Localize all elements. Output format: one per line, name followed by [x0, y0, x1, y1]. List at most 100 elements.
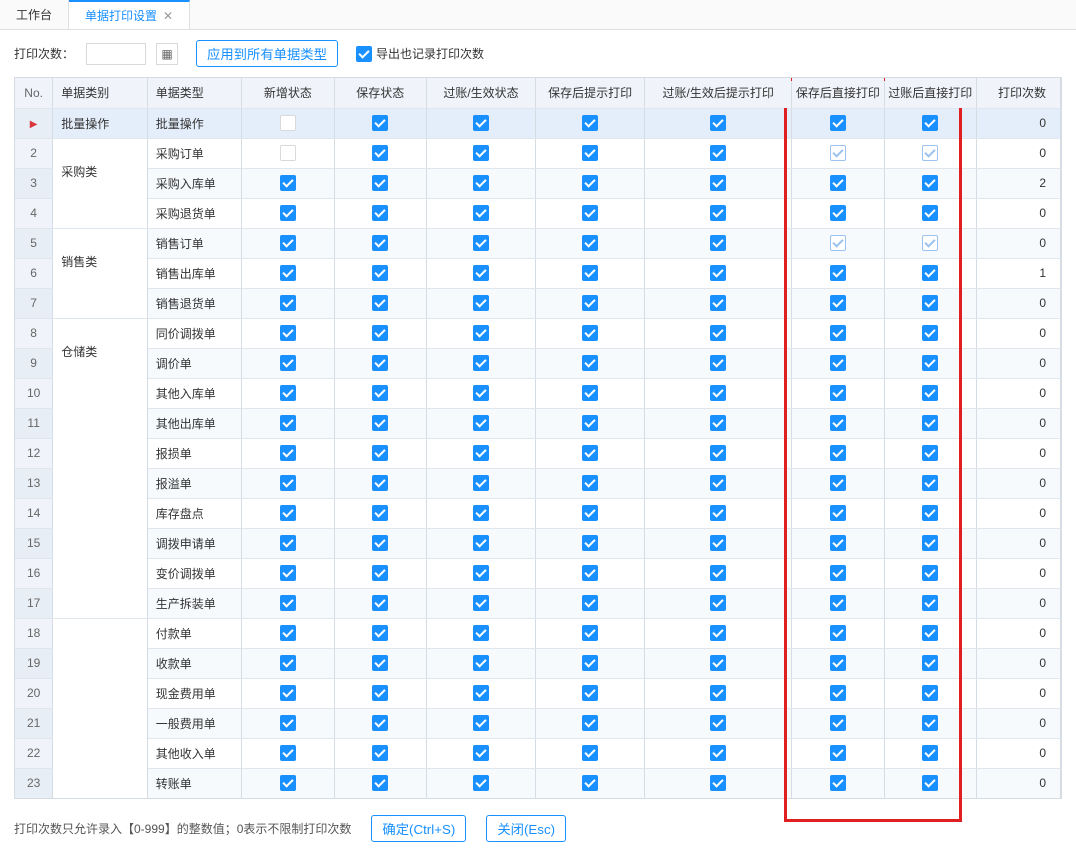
checkbox[interactable]	[830, 535, 846, 551]
checkbox[interactable]	[830, 445, 846, 461]
checkbox[interactable]	[922, 385, 938, 401]
checkbox[interactable]	[922, 685, 938, 701]
checkbox[interactable]	[372, 265, 388, 281]
checkbox[interactable]	[922, 235, 938, 251]
checkbox[interactable]	[582, 145, 598, 161]
checkbox[interactable]	[582, 115, 598, 131]
checkbox[interactable]	[830, 565, 846, 581]
checkbox[interactable]	[280, 355, 296, 371]
checkbox[interactable]	[372, 355, 388, 371]
checkbox[interactable]	[372, 385, 388, 401]
checkbox[interactable]	[582, 565, 598, 581]
checkbox[interactable]	[582, 625, 598, 641]
checkbox[interactable]	[830, 235, 846, 251]
checkbox[interactable]	[473, 745, 489, 761]
checkbox[interactable]	[473, 715, 489, 731]
checkbox[interactable]	[922, 625, 938, 641]
checkbox[interactable]	[710, 475, 726, 491]
checkbox[interactable]	[582, 505, 598, 521]
checkbox[interactable]	[473, 265, 489, 281]
checkbox[interactable]	[710, 505, 726, 521]
checkbox[interactable]	[372, 775, 388, 791]
checkbox[interactable]	[372, 655, 388, 671]
checkbox[interactable]	[473, 115, 489, 131]
checkbox[interactable]	[922, 475, 938, 491]
checkbox[interactable]	[710, 385, 726, 401]
checkbox[interactable]	[582, 775, 598, 791]
checkbox[interactable]	[473, 385, 489, 401]
checkbox[interactable]	[922, 565, 938, 581]
checkbox[interactable]	[710, 325, 726, 341]
checkbox[interactable]	[830, 505, 846, 521]
checkbox[interactable]	[280, 265, 296, 281]
checkbox[interactable]	[922, 325, 938, 341]
checkbox[interactable]	[922, 265, 938, 281]
checkbox[interactable]	[372, 145, 388, 161]
tab-workbench[interactable]: 工作台	[0, 0, 69, 29]
checkbox[interactable]	[372, 715, 388, 731]
checkbox[interactable]	[473, 205, 489, 221]
checkbox[interactable]	[710, 205, 726, 221]
checkbox[interactable]	[372, 535, 388, 551]
checkbox[interactable]	[280, 505, 296, 521]
checkbox[interactable]	[710, 445, 726, 461]
checkbox[interactable]	[372, 295, 388, 311]
checkbox[interactable]	[280, 115, 296, 131]
checkbox[interactable]	[830, 145, 846, 161]
checkbox[interactable]	[473, 595, 489, 611]
checkbox[interactable]	[280, 685, 296, 701]
checkbox[interactable]	[473, 415, 489, 431]
checkbox[interactable]	[830, 175, 846, 191]
checkbox[interactable]	[372, 205, 388, 221]
checkbox[interactable]	[710, 565, 726, 581]
checkbox[interactable]	[473, 475, 489, 491]
export-also-label[interactable]: 导出也记录打印次数	[356, 45, 484, 62]
checkbox[interactable]	[473, 445, 489, 461]
checkbox[interactable]	[372, 445, 388, 461]
checkbox[interactable]	[582, 385, 598, 401]
close-button[interactable]: 关闭(Esc)	[486, 815, 566, 842]
checkbox[interactable]	[473, 565, 489, 581]
checkbox[interactable]	[582, 235, 598, 251]
checkbox[interactable]	[922, 745, 938, 761]
checkbox[interactable]	[473, 295, 489, 311]
checkbox[interactable]	[582, 535, 598, 551]
checkbox[interactable]	[473, 655, 489, 671]
export-also-checkbox[interactable]	[356, 46, 372, 62]
checkbox[interactable]	[922, 355, 938, 371]
checkbox[interactable]	[922, 505, 938, 521]
checkbox[interactable]	[830, 295, 846, 311]
checkbox[interactable]	[922, 775, 938, 791]
checkbox[interactable]	[473, 325, 489, 341]
checkbox[interactable]	[280, 535, 296, 551]
checkbox[interactable]	[830, 475, 846, 491]
checkbox[interactable]	[710, 115, 726, 131]
checkbox[interactable]	[922, 595, 938, 611]
checkbox[interactable]	[710, 625, 726, 641]
checkbox[interactable]	[830, 415, 846, 431]
checkbox[interactable]	[830, 715, 846, 731]
checkbox[interactable]	[582, 325, 598, 341]
checkbox[interactable]	[280, 325, 296, 341]
checkbox[interactable]	[922, 175, 938, 191]
checkbox[interactable]	[473, 355, 489, 371]
checkbox[interactable]	[280, 595, 296, 611]
checkbox[interactable]	[710, 415, 726, 431]
checkbox[interactable]	[830, 625, 846, 641]
checkbox[interactable]	[372, 115, 388, 131]
checkbox[interactable]	[830, 385, 846, 401]
checkbox[interactable]	[280, 295, 296, 311]
checkbox[interactable]	[372, 235, 388, 251]
checkbox[interactable]	[710, 715, 726, 731]
checkbox[interactable]	[582, 265, 598, 281]
checkbox[interactable]	[710, 595, 726, 611]
apply-all-button[interactable]: 应用到所有单据类型	[196, 40, 338, 67]
checkbox[interactable]	[582, 595, 598, 611]
checkbox[interactable]	[582, 475, 598, 491]
checkbox[interactable]	[473, 175, 489, 191]
checkbox[interactable]	[922, 115, 938, 131]
checkbox[interactable]	[582, 445, 598, 461]
checkbox[interactable]	[280, 385, 296, 401]
checkbox[interactable]	[582, 655, 598, 671]
checkbox[interactable]	[710, 145, 726, 161]
